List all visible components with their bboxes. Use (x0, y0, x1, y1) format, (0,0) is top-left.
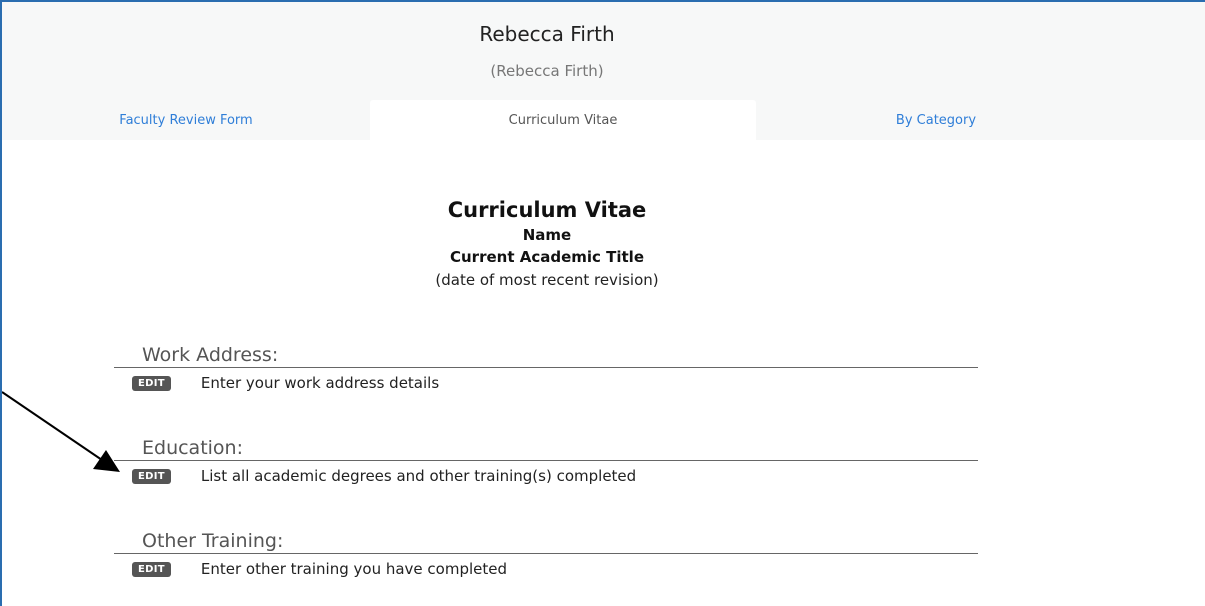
tab-faculty-review-form[interactable]: Faculty Review Form (2, 100, 370, 140)
cv-heading: Curriculum Vitae Name Current Academic T… (2, 198, 1092, 289)
cv-revision-date: (date of most recent revision) (435, 271, 659, 289)
edit-button[interactable]: EDIT (132, 375, 171, 391)
edit-button[interactable]: EDIT (132, 561, 171, 577)
tab-bar: Faculty Review Form Curriculum Vitae By … (2, 100, 1205, 140)
section-row: EDIT Enter other training you have compl… (114, 560, 978, 578)
section-title: Other Training: (114, 528, 978, 554)
profile-header: Rebecca Firth (Rebecca Firth) Faculty Re… (2, 2, 1205, 140)
edit-button[interactable]: EDIT (132, 468, 171, 484)
section-education: Education: EDIT List all academic degree… (114, 435, 978, 485)
cv-academic-title-line: Current Academic Title (449, 248, 644, 266)
user-subtitle: (Rebecca Firth) (490, 62, 604, 80)
user-name: Rebecca Firth (479, 22, 615, 46)
section-description: Enter other training you have completed (200, 560, 507, 578)
section-description: List all academic degrees and other trai… (200, 467, 637, 485)
cv-name-line: Name (522, 226, 572, 244)
app-frame: Rebecca Firth (Rebecca Firth) Faculty Re… (0, 0, 1205, 606)
section-other-training: Other Training: EDIT Enter other trainin… (114, 528, 978, 578)
cv-title: Curriculum Vitae (447, 198, 647, 222)
section-description: Enter your work address details (200, 374, 440, 392)
tab-by-category[interactable]: By Category (756, 100, 1116, 140)
section-title: Work Address: (114, 342, 978, 368)
section-work-address: Work Address: EDIT Enter your work addre… (114, 342, 978, 392)
section-title: Education: (114, 435, 978, 461)
section-row: EDIT Enter your work address details (114, 374, 978, 392)
section-row: EDIT List all academic degrees and other… (114, 467, 978, 485)
tab-curriculum-vitae[interactable]: Curriculum Vitae (370, 100, 756, 140)
